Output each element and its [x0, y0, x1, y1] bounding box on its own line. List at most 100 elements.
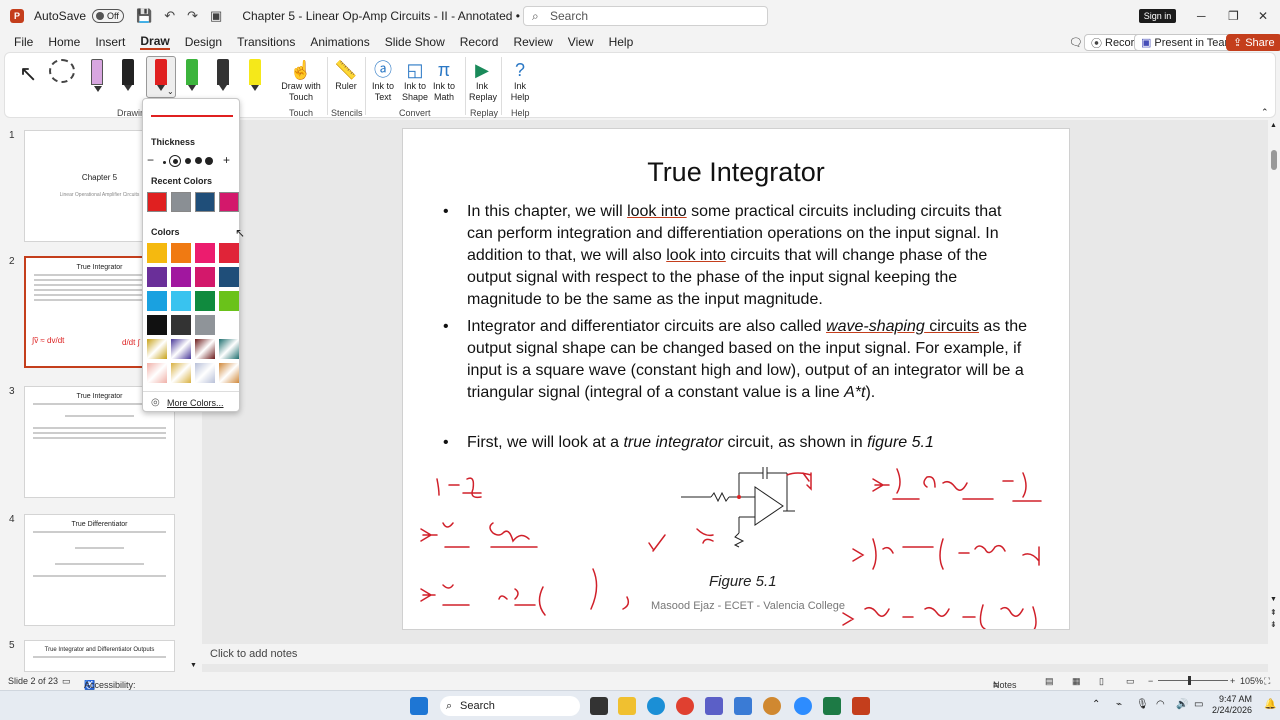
menu-animations[interactable]: Animations	[310, 35, 369, 49]
highlighter-icon[interactable]	[249, 59, 261, 91]
color-swatch[interactable]	[171, 315, 191, 335]
windows-start-icon[interactable]	[410, 697, 428, 715]
ink-to-math-button[interactable]: π Ink to Math	[429, 59, 459, 103]
thickness-increase-icon[interactable]: +	[223, 153, 230, 167]
color-swatch[interactable]	[147, 291, 167, 311]
menu-help[interactable]: Help	[609, 35, 634, 49]
close-icon[interactable]: ✕	[1258, 9, 1268, 23]
texture-swatch[interactable]	[195, 363, 215, 383]
thickness-option-1[interactable]	[163, 161, 166, 164]
search-box[interactable]: ⌕ Search	[523, 6, 768, 26]
teams-taskbar-icon[interactable]	[705, 697, 723, 715]
color-swatch[interactable]	[219, 291, 239, 311]
share-button[interactable]: ⇪ Share	[1226, 34, 1280, 51]
slide-thumbnail-5[interactable]: True Integrator and Differentiator Outpu…	[24, 640, 175, 672]
microphone-icon[interactable]: 🎙	[1136, 699, 1149, 710]
battery-icon[interactable]: ▭	[1194, 699, 1203, 710]
texture-swatch[interactable]	[147, 363, 167, 383]
save-icon[interactable]: 💾	[136, 8, 152, 24]
volume-icon[interactable]: 🔊	[1176, 699, 1188, 710]
dark-pen-icon[interactable]	[217, 59, 229, 91]
texture-swatch[interactable]	[219, 339, 239, 359]
color-swatch[interactable]	[195, 291, 215, 311]
zoom-level[interactable]: 105%	[1240, 676, 1263, 686]
reading-view-icon[interactable]: ▯	[1099, 676, 1104, 687]
wifi-icon[interactable]: ◠	[1156, 699, 1165, 710]
menu-home[interactable]: Home	[48, 35, 80, 49]
select-arrow-icon[interactable]: ↖	[19, 61, 37, 87]
zoom-slider[interactable]	[1158, 680, 1228, 681]
menu-insert[interactable]: Insert	[95, 35, 125, 49]
color-swatch[interactable]	[195, 315, 215, 335]
color-swatch[interactable]	[171, 267, 191, 287]
color-swatch[interactable]	[219, 243, 239, 263]
lasso-select-icon[interactable]	[49, 59, 75, 83]
current-slide[interactable]: True Integrator In this chapter, we will…	[402, 128, 1070, 630]
recent-color-swatch[interactable]	[171, 192, 191, 212]
spell-check-icon[interactable]: ▭	[62, 676, 71, 687]
color-swatch[interactable]	[147, 243, 167, 263]
color-swatch[interactable]	[147, 315, 167, 335]
menu-design[interactable]: Design	[185, 35, 222, 49]
restore-icon[interactable]: ❐	[1228, 9, 1239, 23]
next-slide-icon[interactable]: ⇟	[1270, 620, 1277, 629]
thickness-option-4[interactable]	[195, 157, 202, 164]
thickness-option-2[interactable]	[173, 159, 178, 164]
network-icon[interactable]: ⌁	[1116, 699, 1122, 710]
color-swatch[interactable]	[219, 267, 239, 287]
word-icon[interactable]	[734, 697, 752, 715]
menu-record[interactable]: Record	[460, 35, 499, 49]
redo-icon[interactable]: ↷	[187, 8, 198, 24]
ink-replay-button[interactable]: ▶ Ink Replay	[469, 59, 497, 103]
thickness-option-3[interactable]	[185, 158, 191, 164]
menu-draw[interactable]: Draw	[140, 34, 170, 50]
notes-pane[interactable]: Click to add notes	[202, 644, 1268, 664]
ruler-button[interactable]: 📏 Ruler	[331, 59, 361, 92]
thickness-decrease-icon[interactable]: −	[147, 153, 154, 167]
menu-review[interactable]: Review	[513, 35, 552, 49]
color-swatch[interactable]	[171, 243, 191, 263]
normal-view-icon[interactable]: ▤	[1045, 676, 1054, 687]
recent-color-swatch[interactable]	[195, 192, 215, 212]
texture-swatch[interactable]	[171, 339, 191, 359]
minimize-icon[interactable]: ─	[1197, 9, 1206, 23]
canvas-scroll-up-icon[interactable]: ▲	[1270, 122, 1277, 129]
slideshow-view-icon[interactable]: ▭	[1126, 676, 1135, 687]
bullet-3[interactable]: First, we will look at a true integrator…	[443, 432, 1027, 454]
color-swatch[interactable]	[171, 291, 191, 311]
edge-icon[interactable]	[647, 697, 665, 715]
paint-icon[interactable]	[763, 697, 781, 715]
slide-thumbnail-4[interactable]: True Differentiator	[24, 514, 175, 626]
recent-color-swatch[interactable]	[219, 192, 239, 212]
fit-to-window-icon[interactable]: ⛶	[1264, 676, 1270, 687]
thumbs-scroll-down-icon[interactable]: ▼	[190, 662, 197, 669]
undo-icon[interactable]: ↶	[164, 8, 175, 24]
ink-to-shape-button[interactable]: ◱ Ink to Shape	[399, 59, 431, 103]
ink-to-text-button[interactable]: ⓐ Ink to Text	[369, 59, 397, 103]
thickness-option-5[interactable]	[205, 157, 213, 165]
taskbar-search[interactable]: ⌕ Search	[440, 696, 580, 716]
more-colors-link[interactable]: More Colors...	[167, 398, 224, 408]
draw-with-touch-button[interactable]: ☝ Draw with Touch	[280, 59, 322, 103]
texture-swatch[interactable]	[219, 363, 239, 383]
zoom-slider-thumb[interactable]	[1188, 676, 1191, 685]
menu-view[interactable]: View	[568, 35, 594, 49]
system-clock[interactable]: 9:47 AM 2/24/2026	[1212, 694, 1252, 716]
color-swatch[interactable]	[147, 267, 167, 287]
bullet-1[interactable]: In this chapter, we will look into some …	[443, 201, 1027, 311]
zoom-out-icon[interactable]: −	[1148, 676, 1153, 686]
file-explorer-icon[interactable]	[618, 697, 636, 715]
color-swatch[interactable]	[219, 315, 239, 335]
task-view-icon[interactable]	[590, 697, 608, 715]
zoom-in-icon[interactable]: +	[1230, 676, 1235, 686]
collapse-ribbon-icon[interactable]: ⌃	[1261, 107, 1269, 118]
tray-chevron-icon[interactable]: ⌃	[1092, 699, 1100, 710]
menu-file[interactable]: File	[14, 35, 33, 49]
canvas-scrollbar-thumb[interactable]	[1271, 150, 1277, 170]
color-swatch[interactable]	[195, 267, 215, 287]
slideshow-icon[interactable]: ▣	[210, 8, 222, 24]
zoom-app-icon[interactable]	[794, 697, 812, 715]
green-pen-icon[interactable]	[186, 59, 198, 91]
black-pen-icon[interactable]	[122, 59, 134, 91]
menu-transitions[interactable]: Transitions	[237, 35, 295, 49]
